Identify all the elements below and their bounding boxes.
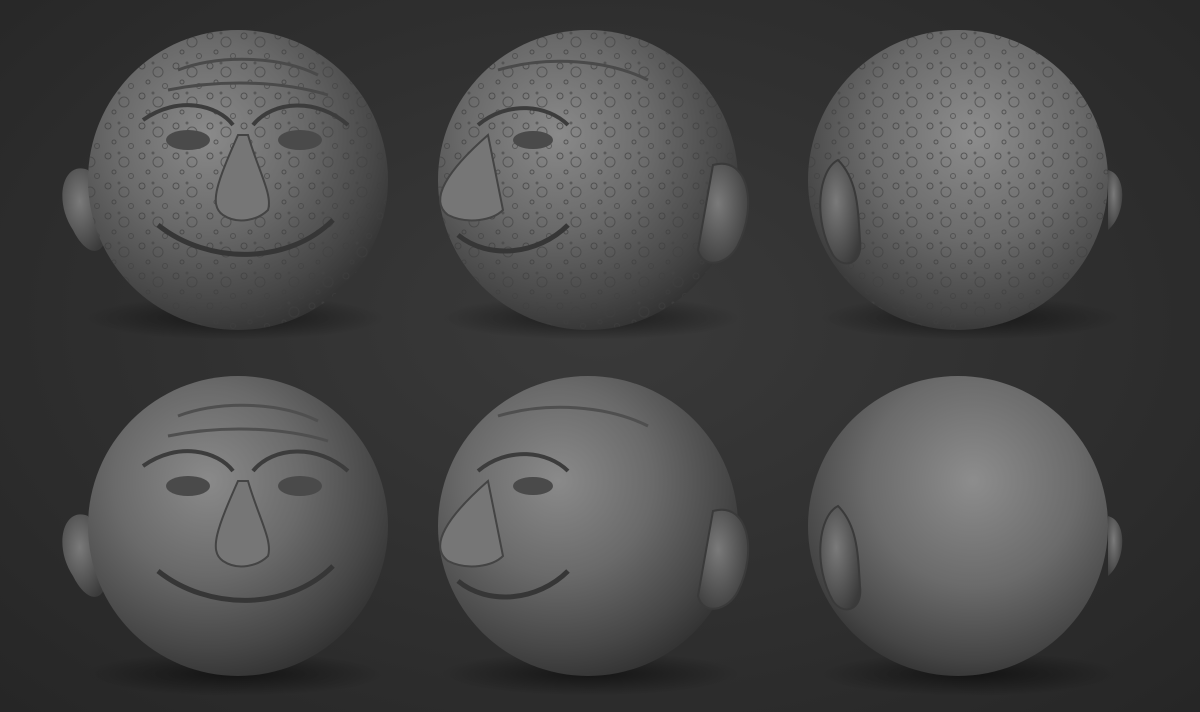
smooth-head-back	[800, 356, 1200, 712]
smooth-head-front	[0, 356, 400, 712]
smooth-head-three-quarter	[400, 356, 800, 712]
render-sheet	[0, 0, 1200, 712]
cratered-head-front	[0, 0, 400, 356]
cratered-head-back	[800, 0, 1200, 356]
cratered-head-three-quarter	[400, 0, 800, 356]
